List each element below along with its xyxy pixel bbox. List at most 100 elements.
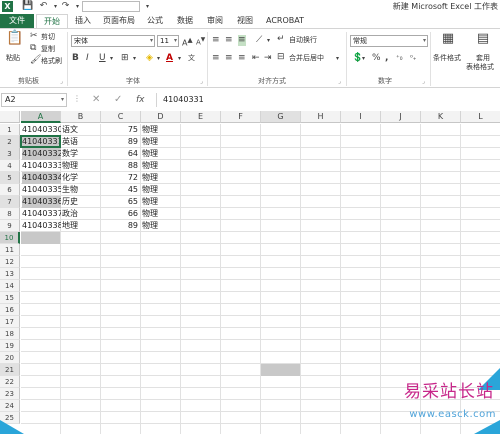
cell[interactable]: 66	[101, 208, 140, 220]
cell[interactable]: 生物	[62, 184, 101, 196]
selected-cell[interactable]	[21, 232, 60, 244]
row-header[interactable]: 9	[0, 220, 20, 232]
formula-input[interactable]: 41040331	[156, 93, 500, 107]
row-header[interactable]: 18	[0, 328, 20, 340]
increase-indent-icon[interactable]: ⇥	[264, 53, 272, 64]
column-header[interactable]: G	[261, 111, 301, 123]
formula-bar-grip[interactable]: ⋮	[73, 94, 81, 103]
font-name-combo[interactable]: 宋体 ▾	[71, 35, 155, 47]
cell[interactable]: 41040338	[22, 220, 61, 232]
cancel-icon[interactable]: ✕	[92, 93, 100, 107]
quick-access-box[interactable]	[82, 1, 140, 12]
select-all-button[interactable]	[0, 111, 20, 123]
row-header[interactable]: 12	[0, 256, 20, 268]
cell[interactable]: 45	[101, 184, 140, 196]
selected-cell[interactable]	[261, 364, 300, 376]
cell[interactable]: 数学	[62, 148, 101, 160]
paste-button[interactable]: 粘贴	[6, 53, 20, 63]
shrink-font-icon[interactable]: A▼	[196, 35, 205, 48]
row-header[interactable]: 5	[0, 172, 20, 184]
cell[interactable]: 历史	[62, 196, 101, 208]
cell[interactable]: 物理	[142, 172, 181, 184]
italic-button[interactable]: I	[86, 53, 89, 64]
align-right-icon[interactable]: ≡	[238, 53, 246, 64]
name-box[interactable]: A2 ▾	[1, 93, 67, 107]
tab-file[interactable]: 文件	[0, 14, 34, 28]
cell[interactable]: 89	[101, 220, 140, 232]
row-header[interactable]: 14	[0, 280, 20, 292]
format-painter-button[interactable]: 格式刷	[41, 56, 62, 66]
tab-insert[interactable]: 插入	[70, 14, 96, 28]
percent-button[interactable]: %	[372, 53, 381, 64]
font-color-button[interactable]: A	[166, 53, 173, 64]
cell[interactable]: 物理	[142, 148, 181, 160]
undo-icon[interactable]: ↶	[38, 1, 49, 12]
decrease-decimal-icon[interactable]: ⁰₊	[410, 53, 417, 64]
customize-qat-icon[interactable]: ▾	[142, 1, 153, 12]
cell[interactable]: 物理	[142, 160, 181, 172]
save-icon[interactable]: 💾	[22, 1, 33, 12]
row-header[interactable]: 1	[0, 124, 20, 136]
cell[interactable]: 41040332	[22, 148, 61, 160]
row-header[interactable]: 24	[0, 400, 20, 412]
tab-view[interactable]: 视图	[232, 14, 258, 28]
grow-font-icon[interactable]: A▲	[182, 35, 193, 49]
cell[interactable]: 88	[101, 160, 140, 172]
align-center-icon[interactable]: ≡	[225, 53, 233, 64]
column-header[interactable]: I	[341, 111, 381, 123]
column-header[interactable]: L	[461, 111, 500, 123]
row-header[interactable]: 15	[0, 292, 20, 304]
tab-review[interactable]: 审阅	[202, 14, 228, 28]
fill-color-dropdown-icon[interactable]: ▾	[157, 53, 160, 64]
row-header[interactable]: 19	[0, 340, 20, 352]
comma-button[interactable]: ,	[385, 53, 388, 64]
cell[interactable]: 地理	[62, 220, 101, 232]
row-header[interactable]: 13	[0, 268, 20, 280]
merge-center-button[interactable]: 合并后居中	[289, 53, 324, 63]
column-header[interactable]: F	[221, 111, 261, 123]
conditional-format-button[interactable]: 条件格式	[433, 53, 461, 63]
orientation-dropdown-icon[interactable]: ▾	[267, 35, 270, 46]
align-top-icon[interactable]: ≡	[212, 35, 220, 46]
bold-button[interactable]: B	[72, 53, 79, 64]
phonetic-icon[interactable]: 文	[188, 53, 195, 64]
cell[interactable]: 89	[101, 136, 140, 148]
tab-acrobat[interactable]: ACROBAT	[264, 14, 306, 28]
fill-color-icon[interactable]: ◈	[146, 53, 153, 64]
format-as-table-button-line2[interactable]: 表格格式	[466, 62, 494, 72]
column-header[interactable]: B	[61, 111, 101, 123]
wrap-text-button[interactable]: 自动换行	[289, 35, 317, 45]
cell[interactable]: 语文	[62, 124, 101, 136]
merge-dropdown-icon[interactable]: ▾	[336, 53, 339, 64]
row-header[interactable]: 7	[0, 196, 20, 208]
number-launcher-icon[interactable]: ⌟	[422, 78, 425, 85]
clipboard-launcher-icon[interactable]: ⌟	[60, 78, 63, 85]
redo-icon[interactable]: ↷	[60, 1, 71, 12]
row-header[interactable]: 6	[0, 184, 20, 196]
column-header[interactable]: C	[101, 111, 141, 123]
decrease-indent-icon[interactable]: ⇤	[252, 53, 260, 64]
column-header[interactable]: D	[141, 111, 181, 123]
tab-formulas[interactable]: 公式	[142, 14, 168, 28]
cell[interactable]: 物理	[142, 124, 181, 136]
cell[interactable]: 物理	[142, 220, 181, 232]
cut-button[interactable]: 剪切	[41, 32, 55, 42]
row-header[interactable]: 3	[0, 148, 20, 160]
font-color-dropdown-icon[interactable]: ▾	[178, 53, 181, 64]
cell[interactable]: 物理	[142, 136, 181, 148]
borders-dropdown-icon[interactable]: ▾	[133, 53, 136, 64]
cell[interactable]: 41040334	[22, 172, 61, 184]
tab-page-layout[interactable]: 页面布局	[100, 14, 138, 28]
increase-decimal-icon[interactable]: ⁺₀	[396, 53, 403, 64]
row-header[interactable]: 11	[0, 244, 20, 256]
cell[interactable]: 65	[101, 196, 140, 208]
underline-dropdown-icon[interactable]: ▾	[110, 53, 113, 64]
borders-icon[interactable]: ⊞	[121, 53, 129, 64]
row-header[interactable]: 21	[0, 364, 20, 376]
copy-button[interactable]: 复制	[41, 44, 55, 54]
row-header[interactable]: 23	[0, 388, 20, 400]
row-header[interactable]: 4	[0, 160, 20, 172]
column-header[interactable]: A	[21, 111, 61, 123]
cell[interactable]: 41040336	[22, 196, 61, 208]
cell[interactable]: 75	[101, 124, 140, 136]
